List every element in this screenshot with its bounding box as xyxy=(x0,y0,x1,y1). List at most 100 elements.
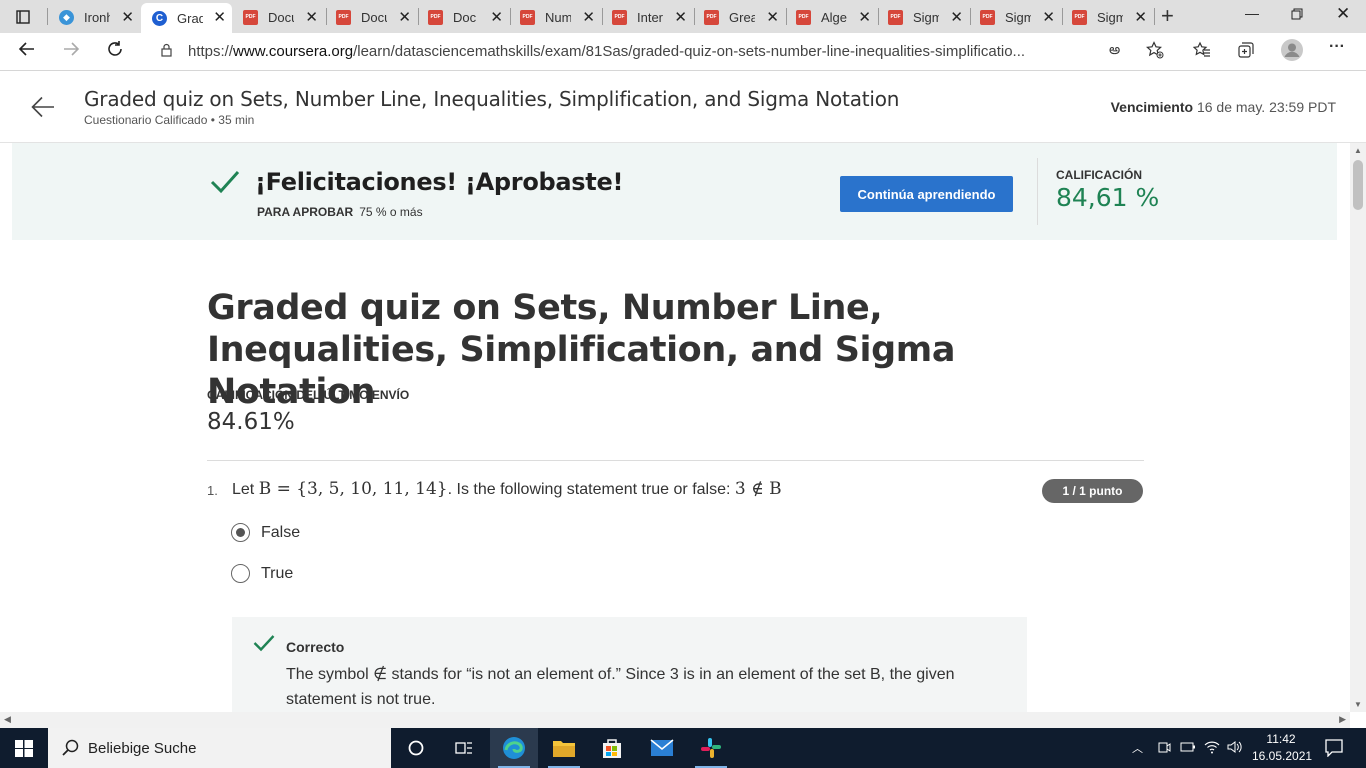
edge-browser-icon[interactable] xyxy=(490,728,538,768)
browser-tab-strip: ◆ Ironh ✕ C Grad ✕ PDF Docu ✕ PDF Docu ✕… xyxy=(0,0,1366,33)
browser-tab[interactable]: PDF Sigm ✕ xyxy=(877,3,969,31)
new-tab-icon[interactable]: + xyxy=(1161,3,1174,29)
continue-learning-button[interactable]: Continúa aprendiendo xyxy=(840,176,1013,212)
header-title: Graded quiz on Sets, Number Line, Inequa… xyxy=(84,87,900,111)
address-bar-row: https://www.coursera.org/learn/datascien… xyxy=(0,33,1366,71)
pdf-icon: PDF xyxy=(612,9,627,25)
browser-tab-active[interactable]: C Grad ✕ xyxy=(141,3,232,33)
close-tab-icon[interactable]: ✕ xyxy=(766,8,779,26)
mail-icon[interactable] xyxy=(638,728,686,768)
tab-label: Sigm xyxy=(1097,9,1123,25)
pass-banner: ¡Felicitaciones! ¡Aprobaste! PARA APROBA… xyxy=(12,143,1337,240)
more-options-icon[interactable]: ··· xyxy=(1329,38,1345,56)
radio-icon[interactable] xyxy=(231,564,250,583)
store-icon[interactable] xyxy=(588,728,636,768)
option-true[interactable]: True xyxy=(231,564,293,583)
close-tab-icon[interactable]: ✕ xyxy=(950,8,963,26)
back-icon[interactable] xyxy=(18,40,36,63)
pdf-icon: PDF xyxy=(1072,9,1087,25)
close-tab-icon[interactable]: ✕ xyxy=(305,8,318,26)
cortana-icon[interactable] xyxy=(392,728,440,768)
browser-tab[interactable]: PDF Docu ✕ xyxy=(325,3,417,31)
vertical-scrollbar[interactable]: ▲ ▼ xyxy=(1350,143,1366,712)
divider xyxy=(207,460,1144,461)
shield-icon: ◆ xyxy=(59,9,74,25)
volume-icon[interactable] xyxy=(1227,740,1243,757)
close-tab-icon[interactable]: ✕ xyxy=(1042,8,1055,26)
forward-icon[interactable] xyxy=(62,40,80,63)
browser-tab[interactable]: ◆ Ironh ✕ xyxy=(48,3,140,31)
option-false[interactable]: False xyxy=(231,523,300,542)
close-tab-icon[interactable]: ✕ xyxy=(674,8,687,26)
minimize-icon[interactable]: — xyxy=(1245,5,1259,21)
read-aloud-icon[interactable]: అ xyxy=(1109,41,1120,61)
course-header: Graded quiz on Sets, Number Line, Inequa… xyxy=(0,72,1366,143)
browser-tab[interactable]: PDF Doc ✕ xyxy=(417,3,509,31)
radio-selected-icon[interactable] xyxy=(231,523,250,542)
pdf-icon: PDF xyxy=(704,9,719,25)
browser-tab[interactable]: PDF Grea ✕ xyxy=(693,3,785,31)
clock-date: 16.05.2021 xyxy=(1252,749,1313,763)
url-field[interactable]: https://www.coursera.org/learn/datascien… xyxy=(147,36,1174,67)
pdf-icon: PDF xyxy=(520,9,535,25)
last-submission-label: CALIFICACIÓN DEL ÚLTIMO ENVÍO xyxy=(207,388,410,402)
question-text: Let B = {3, 5, 10, 11, 14}. Is the follo… xyxy=(232,479,782,499)
close-tab-icon[interactable]: ✕ xyxy=(582,8,595,26)
horizontal-scrollbar[interactable]: ◀ ▶ xyxy=(0,712,1350,728)
scrollbar-thumb[interactable] xyxy=(1353,160,1363,210)
browser-tab[interactable]: PDF Inter ✕ xyxy=(601,3,693,31)
tab-label: Docu xyxy=(268,9,294,25)
tab-label: Sigm xyxy=(1005,9,1031,25)
refresh-icon[interactable] xyxy=(106,40,124,63)
browser-tab[interactable]: PDF Algel ✕ xyxy=(785,3,877,31)
lock-icon[interactable] xyxy=(161,43,172,57)
feedback-text: The symbol ∉ stands for “is not an eleme… xyxy=(286,666,955,708)
due-date: Vencimiento 16 de may. 23:59 PDT xyxy=(1110,99,1336,115)
scroll-up-icon[interactable]: ▲ xyxy=(1354,146,1362,155)
close-tab-icon[interactable]: ✕ xyxy=(121,8,134,26)
scroll-down-icon[interactable]: ▼ xyxy=(1354,700,1362,709)
slack-icon[interactable] xyxy=(687,728,735,768)
tab-label: Num xyxy=(545,9,571,25)
file-explorer-icon[interactable] xyxy=(540,728,588,768)
wifi-icon[interactable] xyxy=(1204,740,1220,757)
browser-tab[interactable]: PDF Sigm ✕ xyxy=(1061,3,1153,31)
battery-icon[interactable] xyxy=(1180,740,1196,757)
system-clock[interactable]: 11:42 16.05.2021 xyxy=(1252,731,1313,765)
question-number: 1. xyxy=(207,483,218,498)
scroll-left-icon[interactable]: ◀ xyxy=(4,714,11,725)
restore-icon[interactable] xyxy=(1291,7,1303,23)
close-window-icon[interactable]: ✕ xyxy=(1336,4,1350,24)
close-tab-icon[interactable]: ✕ xyxy=(490,8,503,26)
option-label: False xyxy=(261,523,301,541)
favorites-icon[interactable] xyxy=(1192,41,1211,64)
windows-start-icon[interactable] xyxy=(15,740,33,762)
tab-actions-menu-icon[interactable] xyxy=(8,6,38,28)
divider xyxy=(1037,158,1038,225)
task-view-icon[interactable] xyxy=(440,728,488,768)
browser-tab[interactable]: PDF Sigm ✕ xyxy=(969,3,1061,31)
url-text[interactable]: https://www.coursera.org/learn/datascien… xyxy=(188,43,1025,60)
tab-label: Inter xyxy=(637,9,663,25)
profile-avatar-icon[interactable] xyxy=(1281,39,1303,66)
back-arrow-icon[interactable] xyxy=(30,94,56,125)
collections-icon[interactable] xyxy=(1237,41,1255,64)
meet-now-icon[interactable] xyxy=(1157,740,1171,757)
taskbar-search-box[interactable]: Beliebige Suche xyxy=(48,728,391,768)
close-tab-icon[interactable]: ✕ xyxy=(398,8,411,26)
tab-label: Ironh xyxy=(84,9,110,25)
show-hidden-icons-icon[interactable]: ︿ xyxy=(1132,740,1143,756)
close-tab-icon[interactable]: ✕ xyxy=(213,8,226,26)
notification-center-icon[interactable] xyxy=(1325,739,1343,762)
pdf-icon: PDF xyxy=(888,9,903,25)
pass-requirement: PARA APROBAR 75 % o más xyxy=(257,205,423,219)
scroll-right-icon[interactable]: ▶ xyxy=(1339,714,1346,725)
grade-label: CALIFICACIÓN xyxy=(1056,168,1142,182)
add-favorite-icon[interactable] xyxy=(1146,41,1164,64)
browser-tab[interactable]: PDF Docu ✕ xyxy=(232,3,324,31)
main-content[interactable]: ¡Felicitaciones! ¡Aprobaste! PARA APROBA… xyxy=(0,143,1350,712)
close-tab-icon[interactable]: ✕ xyxy=(1134,8,1147,26)
browser-tab[interactable]: PDF Num ✕ xyxy=(509,3,601,31)
close-tab-icon[interactable]: ✕ xyxy=(858,8,871,26)
checkmark-icon xyxy=(210,169,240,200)
